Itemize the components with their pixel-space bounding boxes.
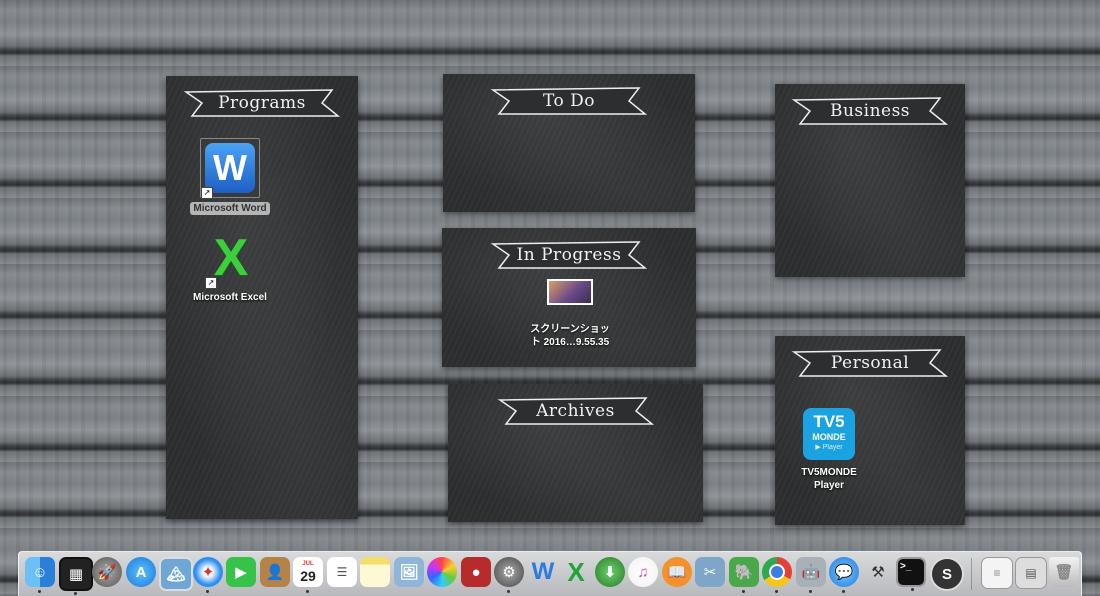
board-title-todo: To Do: [542, 91, 596, 111]
contacts-icon[interactable]: 👤: [260, 557, 290, 587]
board-title-personal: Personal: [830, 353, 910, 373]
automator-icon[interactable]: 🤖: [796, 557, 826, 593]
evernote-icon[interactable]: 🐘: [729, 557, 759, 593]
tools-icon[interactable]: ⚒: [863, 557, 893, 587]
photos-icon[interactable]: [427, 557, 457, 587]
excel-icon: X: [213, 229, 249, 287]
documents-stack-icon[interactable]: ≡: [981, 557, 1013, 589]
chrome-icon[interactable]: [762, 557, 792, 593]
downloads-stack-icon[interactable]: ▤: [1015, 557, 1047, 589]
running-indicator: [206, 590, 209, 593]
board-title-business: Business: [829, 101, 911, 121]
board-title-programs: Programs: [218, 93, 306, 113]
trash-icon[interactable]: 🗑: [1049, 557, 1079, 587]
alias-arrow-icon: ↗: [205, 277, 217, 289]
screenshot-label-line1: スクリーンショッ: [530, 324, 610, 335]
screenshot-label-line2: ト 2016…9.55.35: [530, 337, 610, 348]
board-title-archives: Archives: [536, 401, 615, 421]
photo-booth-camera-icon[interactable]: ●: [461, 557, 491, 587]
microsoft-word-icon[interactable]: W ↗ Microsoft Word: [180, 138, 280, 216]
word-icon: W: [205, 143, 255, 193]
tv5monde-player-icon[interactable]: TV5 MONDE ▶ Player TV5MONDE Player: [779, 408, 879, 492]
running-indicator: [775, 590, 778, 593]
microsoft-word-label: Microsoft Word: [190, 202, 270, 215]
running-indicator: [306, 590, 309, 593]
running-indicator: [842, 590, 845, 593]
launchpad-icon[interactable]: 🚀: [92, 557, 122, 587]
maps-icon[interactable]: ⬇: [595, 557, 625, 587]
microsoft-excel-label: Microsoft Excel: [193, 292, 267, 303]
board-programs: Programs W ↗ Microsoft Word X ↗ Microsof…: [166, 76, 358, 519]
finder-icon[interactable]: ☺: [25, 557, 55, 593]
terminal-icon[interactable]: >_: [896, 557, 926, 591]
running-indicator: [38, 590, 41, 593]
photo-booth-icon[interactable]: 🖼: [394, 557, 424, 587]
notes-icon[interactable]: [360, 557, 390, 587]
banner-archives: Archives: [496, 394, 656, 428]
banner-in-progress: In Progress: [489, 238, 649, 272]
board-archives: Archives: [448, 384, 703, 522]
system-preferences-icon[interactable]: ⚙: [494, 557, 524, 593]
calendar-month: JUL: [302, 561, 314, 567]
alias-arrow-icon: ↗: [201, 187, 213, 199]
desktop: Programs W ↗ Microsoft Word X ↗ Microsof…: [0, 0, 1100, 596]
dock-microsoft-word-icon[interactable]: W: [528, 557, 558, 587]
calendar-day: 29: [300, 568, 316, 584]
mission-control-icon[interactable]: ▦: [59, 557, 93, 595]
banner-personal: Personal: [790, 346, 950, 380]
dock-excel-glyph: X: [567, 556, 585, 587]
running-indicator: [809, 590, 812, 593]
tv5-logo-player: ▶ Player: [815, 444, 843, 451]
dock-microsoft-excel-icon[interactable]: X: [561, 557, 591, 587]
preview-icon[interactable]: 🏔: [159, 557, 193, 591]
utility-icon[interactable]: ✂: [695, 557, 725, 587]
screenshot-thumbnail: [549, 281, 591, 303]
microsoft-excel-icon[interactable]: X ↗ Microsoft Excel: [180, 231, 280, 305]
tv5-logo-monde: MONDE: [812, 432, 846, 442]
app-store-icon[interactable]: A: [126, 557, 156, 587]
board-business: Business: [775, 84, 965, 277]
dock-separator: [971, 558, 972, 590]
scansnap-icon[interactable]: S: [930, 557, 964, 591]
safari-icon[interactable]: ✦: [193, 557, 223, 593]
calendar-icon[interactable]: JUL 29: [293, 557, 323, 593]
messages-icon[interactable]: 💬: [829, 557, 859, 593]
banner-programs: Programs: [182, 86, 342, 120]
itunes-icon[interactable]: ♫: [628, 557, 658, 587]
facetime-icon[interactable]: ▶: [226, 557, 256, 587]
ibooks-icon[interactable]: 📖: [662, 557, 692, 587]
dock-word-glyph: W: [531, 558, 555, 585]
screenshot-file-icon[interactable]: スクリーンショッ ト 2016…9.55.35: [510, 279, 630, 349]
running-indicator: [742, 590, 745, 593]
running-indicator: [911, 588, 914, 591]
reminders-icon[interactable]: ☰: [327, 557, 357, 587]
running-indicator: [507, 590, 510, 593]
tv5-logo-text: TV5: [813, 412, 845, 431]
board-personal: Personal TV5 MONDE ▶ Player TV5MONDE Pla…: [775, 336, 965, 525]
board-title-in-progress: In Progress: [516, 245, 622, 265]
banner-todo: To Do: [489, 84, 649, 118]
banner-business: Business: [790, 94, 950, 128]
terminal-glyph: >_: [900, 561, 912, 572]
dock: ☺ ▦ 🚀 A 🏔 ✦ ▶ 👤 JUL 29 ☰ 🖼 ● ⚙ W X ⬇ ♫ 📖…: [18, 551, 1082, 596]
board-in-progress: In Progress スクリーンショッ ト 2016…9.55.35: [442, 228, 696, 367]
board-todo: To Do: [443, 74, 695, 212]
tv5monde-label-line1: TV5MONDE: [801, 467, 857, 478]
tv5monde-label-line2: Player: [813, 480, 845, 491]
